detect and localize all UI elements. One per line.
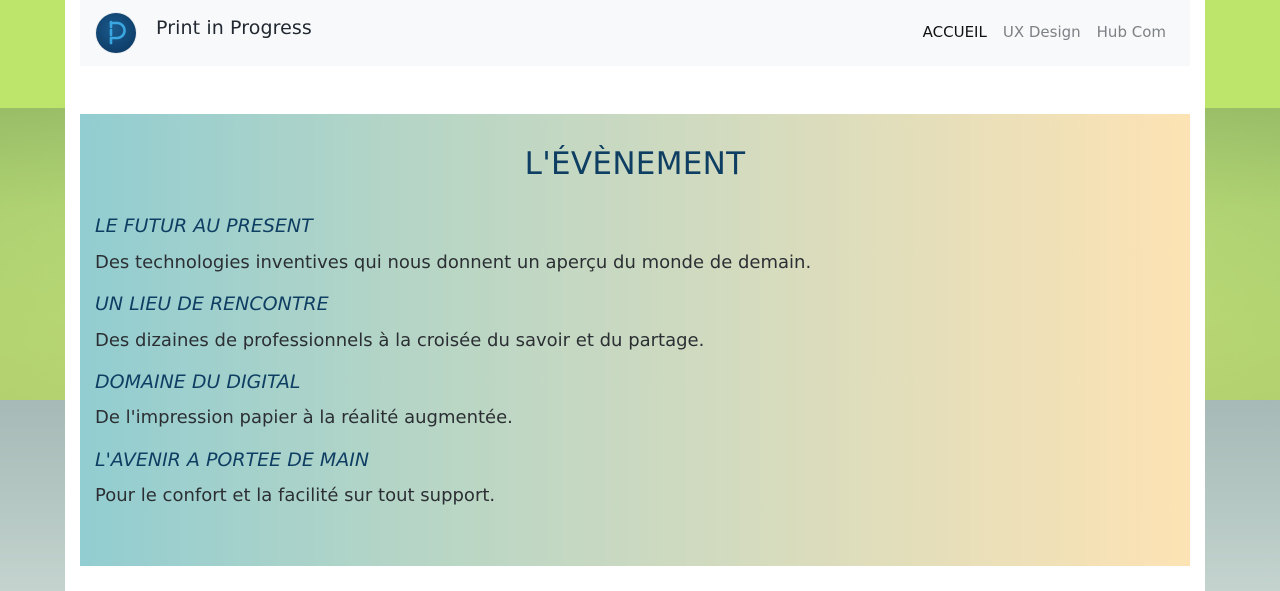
item-heading: L'AVENIR A PORTEE DE MAIN — [95, 449, 370, 471]
nav-link-accueil[interactable]: ACCUEIL — [923, 23, 987, 41]
event-title: L'ÉVÈNEMENT — [524, 146, 746, 182]
item-text: Des dizaines de professionnels à la croi… — [95, 330, 705, 351]
nav-link-hub-com[interactable]: Hub Com — [1097, 23, 1166, 41]
event-section: L'ÉVÈNEMENT LE FUTUR AU PRESENT Des tech… — [80, 114, 1190, 566]
item-heading: LE FUTUR AU PRESENT — [95, 215, 313, 237]
item-text: Pour le confort et la facilité sur tout … — [95, 485, 496, 506]
nav-link-ux-design[interactable]: UX Design — [1003, 23, 1081, 41]
brand-name[interactable]: Print in Progress — [156, 17, 312, 39]
logo-glyph-icon — [109, 20, 126, 46]
item-heading: UN LIEU DE RENCONTRE — [95, 293, 329, 315]
nav-links: ACCUEIL UX Design Hub Com — [923, 23, 1166, 41]
navbar: Print in Progress ACCUEIL UX Design Hub … — [80, 0, 1190, 66]
item-text: Des technologies inventives qui nous don… — [95, 252, 812, 273]
item-heading: DOMAINE DU DIGITAL — [95, 371, 301, 393]
print-in-progress-logo-icon[interactable] — [96, 13, 136, 53]
item-text: De l'impression papier à la réalité augm… — [95, 407, 513, 428]
page-container: Print in Progress ACCUEIL UX Design Hub … — [65, 0, 1205, 591]
